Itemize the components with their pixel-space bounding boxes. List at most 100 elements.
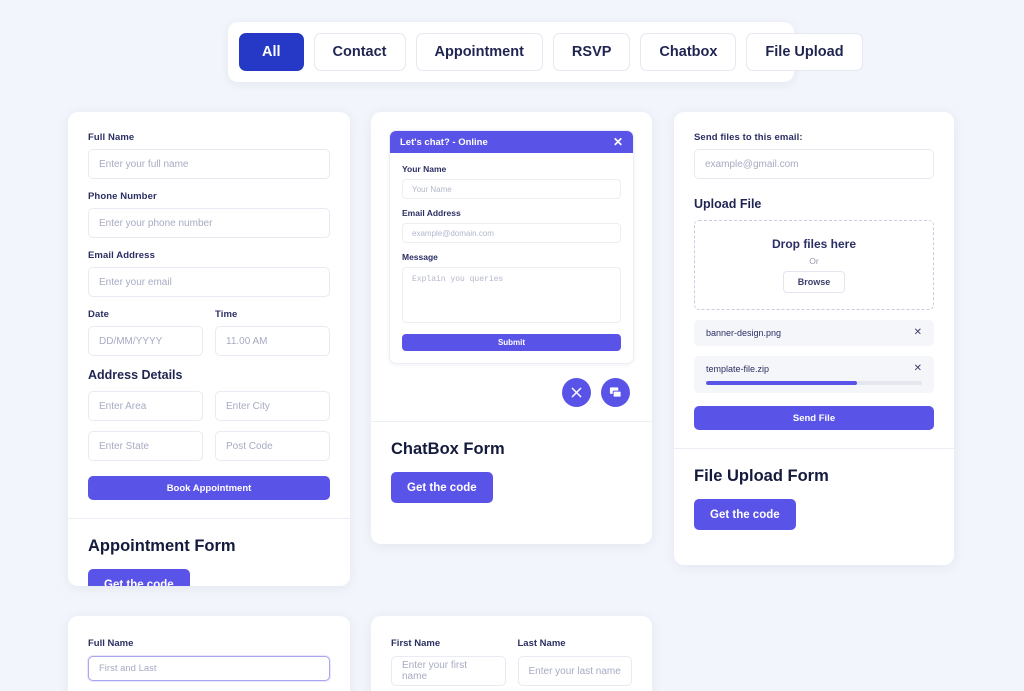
tab-contact-label: Contact <box>332 44 387 60</box>
date-time-row: Date DD/MM/YYYY Time 11.00 AM <box>88 309 330 356</box>
close-icon[interactable]: ✕ <box>914 364 922 374</box>
book-appointment-wrap: Book Appointment <box>88 476 330 518</box>
chat-close-fab[interactable] <box>562 378 591 407</box>
dropzone-title: Drop files here <box>771 237 857 251</box>
date-label: Date <box>88 309 109 320</box>
book-appointment-button[interactable]: Book Appointment <box>88 476 330 500</box>
tab-chatbox[interactable]: Chatbox <box>640 33 737 71</box>
dropzone-or-label: Or <box>809 256 819 266</box>
send-files-email-input[interactable]: example@gmail.com <box>694 149 934 179</box>
appointment-get-code-button[interactable]: Get the code <box>88 569 190 586</box>
chat-widget-header: Let's chat? - Online ✕ <box>390 131 633 153</box>
tab-file-upload-label: File Upload <box>765 44 844 60</box>
chat-open-fab[interactable] <box>601 378 630 407</box>
tab-file-upload[interactable]: File Upload <box>746 33 863 71</box>
chatbox-get-code-button[interactable]: Get the code <box>391 472 493 503</box>
rsvp-last-name-group: Last Name Enter your last name <box>517 638 632 686</box>
chat-submit-button[interactable]: Submit <box>402 334 621 351</box>
browse-button[interactable]: Browse <box>782 271 846 293</box>
rsvp-first-name-group: First Name Enter your first name <box>391 638 506 686</box>
chat-message-textarea[interactable]: Explain you queries <box>402 267 621 323</box>
chatbox-form-card: Let's chat? - Online ✕ Your Name Your Na… <box>371 112 652 544</box>
send-files-email-label: Send files to this email: <box>694 132 803 143</box>
address-row-2: Enter State Post Code <box>88 431 330 461</box>
area-input[interactable]: Enter Area <box>88 391 203 421</box>
tab-appointment[interactable]: Appointment <box>415 33 543 71</box>
rsvp-name-row: First Name Enter your first name Last Na… <box>391 638 632 686</box>
time-input[interactable]: 11.00 AM <box>215 326 330 356</box>
file-row: template-file.zip ✕ <box>694 356 934 393</box>
chat-widget-body: Your Name Your Name Email Address exampl… <box>390 153 633 363</box>
chat-fab-row <box>371 364 652 407</box>
email-address-input[interactable]: Enter your email <box>88 267 330 297</box>
rsvp-first-name-input[interactable]: Enter your first name <box>391 656 506 686</box>
chat-widget: Let's chat? - Online ✕ Your Name Your Na… <box>389 130 634 364</box>
phone-number-group: Phone Number Enter your phone number <box>88 191 330 238</box>
file-row-header: template-file.zip ✕ <box>706 364 922 375</box>
postcode-input[interactable]: Post Code <box>215 431 330 461</box>
full-name-label: Full Name <box>88 132 135 143</box>
city-input[interactable]: Enter City <box>215 391 330 421</box>
appointment-footer-title: Appointment Form <box>88 537 236 555</box>
tab-appointment-label: Appointment <box>434 44 524 60</box>
file-upload-get-code-button[interactable]: Get the code <box>694 499 796 530</box>
chat-name-input[interactable]: Your Name <box>402 179 621 199</box>
file-upload-footer: File Upload Form Get the code <box>674 449 954 550</box>
chat-widget-title: Let's chat? - Online <box>400 136 488 148</box>
file-dropzone[interactable]: Drop files here Or Browse <box>694 220 934 310</box>
contact-form-card: Full Name First and Last Email Address <box>68 616 350 691</box>
chatbox-footer-title: ChatBox Form <box>391 440 505 458</box>
rsvp-form-body: First Name Enter your first name Last Na… <box>371 616 652 691</box>
upload-file-heading: Upload File <box>694 197 762 211</box>
file-upload-form-card: Send files to this email: example@gmail.… <box>674 112 954 565</box>
tab-all[interactable]: All <box>239 33 304 71</box>
email-address-group: Email Address Enter your email <box>88 250 330 297</box>
time-group: Time 11.00 AM <box>215 309 330 356</box>
file-upload-footer-title: File Upload Form <box>694 467 829 485</box>
phone-number-label: Phone Number <box>88 191 157 202</box>
full-name-input[interactable]: Enter your full name <box>88 149 330 179</box>
chat-email-group: Email Address example@domain.com <box>402 208 621 243</box>
contact-full-name-label: Full Name <box>88 638 134 649</box>
tab-all-label: All <box>262 44 281 60</box>
file-row: banner-design.png ✕ <box>694 320 934 346</box>
phone-number-input[interactable]: Enter your phone number <box>88 208 330 238</box>
file-upload-body: Send files to this email: example@gmail.… <box>674 112 954 448</box>
address-row-1: Enter Area Enter City <box>88 391 330 421</box>
send-files-email-group: Send files to this email: example@gmail.… <box>694 132 934 179</box>
rsvp-form-card: First Name Enter your first name Last Na… <box>371 616 652 691</box>
upload-progress-bar <box>706 381 922 385</box>
state-input[interactable]: Enter State <box>88 431 203 461</box>
file-name: template-file.zip <box>706 364 770 374</box>
tab-rsvp[interactable]: RSVP <box>552 33 631 71</box>
full-name-group: Full Name Enter your full name <box>88 132 330 179</box>
close-icon[interactable]: ✕ <box>613 136 623 148</box>
time-label: Time <box>215 309 238 320</box>
chat-email-label: Email Address <box>402 208 461 218</box>
chat-bubble-icon <box>609 387 622 398</box>
appointment-form-body: Full Name Enter your full name Phone Num… <box>68 112 350 518</box>
uploaded-file-list: banner-design.png ✕ template-file.zip ✕ <box>694 320 934 393</box>
rsvp-last-name-label: Last Name <box>517 638 566 649</box>
date-group: Date DD/MM/YYYY <box>88 309 203 356</box>
rsvp-first-name-label: First Name <box>391 638 441 649</box>
file-name: banner-design.png <box>706 328 782 338</box>
contact-full-name-input[interactable]: First and Last <box>88 656 330 681</box>
email-address-label: Email Address <box>88 250 155 261</box>
chat-email-input[interactable]: example@domain.com <box>402 223 621 243</box>
upload-progress-fill <box>706 381 858 385</box>
tab-chatbox-label: Chatbox <box>659 44 718 60</box>
chat-name-group: Your Name Your Name <box>402 164 621 199</box>
rsvp-last-name-input[interactable]: Enter your last name <box>517 656 632 686</box>
file-row-header: banner-design.png ✕ <box>706 328 922 339</box>
form-category-tabbar: All Contact Appointment RSVP Chatbox Fil… <box>228 22 863 82</box>
tab-rsvp-label: RSVP <box>571 44 612 60</box>
date-input[interactable]: DD/MM/YYYY <box>88 326 203 356</box>
send-file-button[interactable]: Send File <box>694 406 934 430</box>
tab-contact[interactable]: Contact <box>313 33 406 71</box>
chat-message-label: Message <box>402 252 438 262</box>
appointment-form-card: Full Name Enter your full name Phone Num… <box>68 112 350 586</box>
appointment-footer: Appointment Form Get the code <box>68 519 350 586</box>
address-details-heading: Address Details <box>88 368 183 382</box>
close-icon[interactable]: ✕ <box>914 328 922 338</box>
